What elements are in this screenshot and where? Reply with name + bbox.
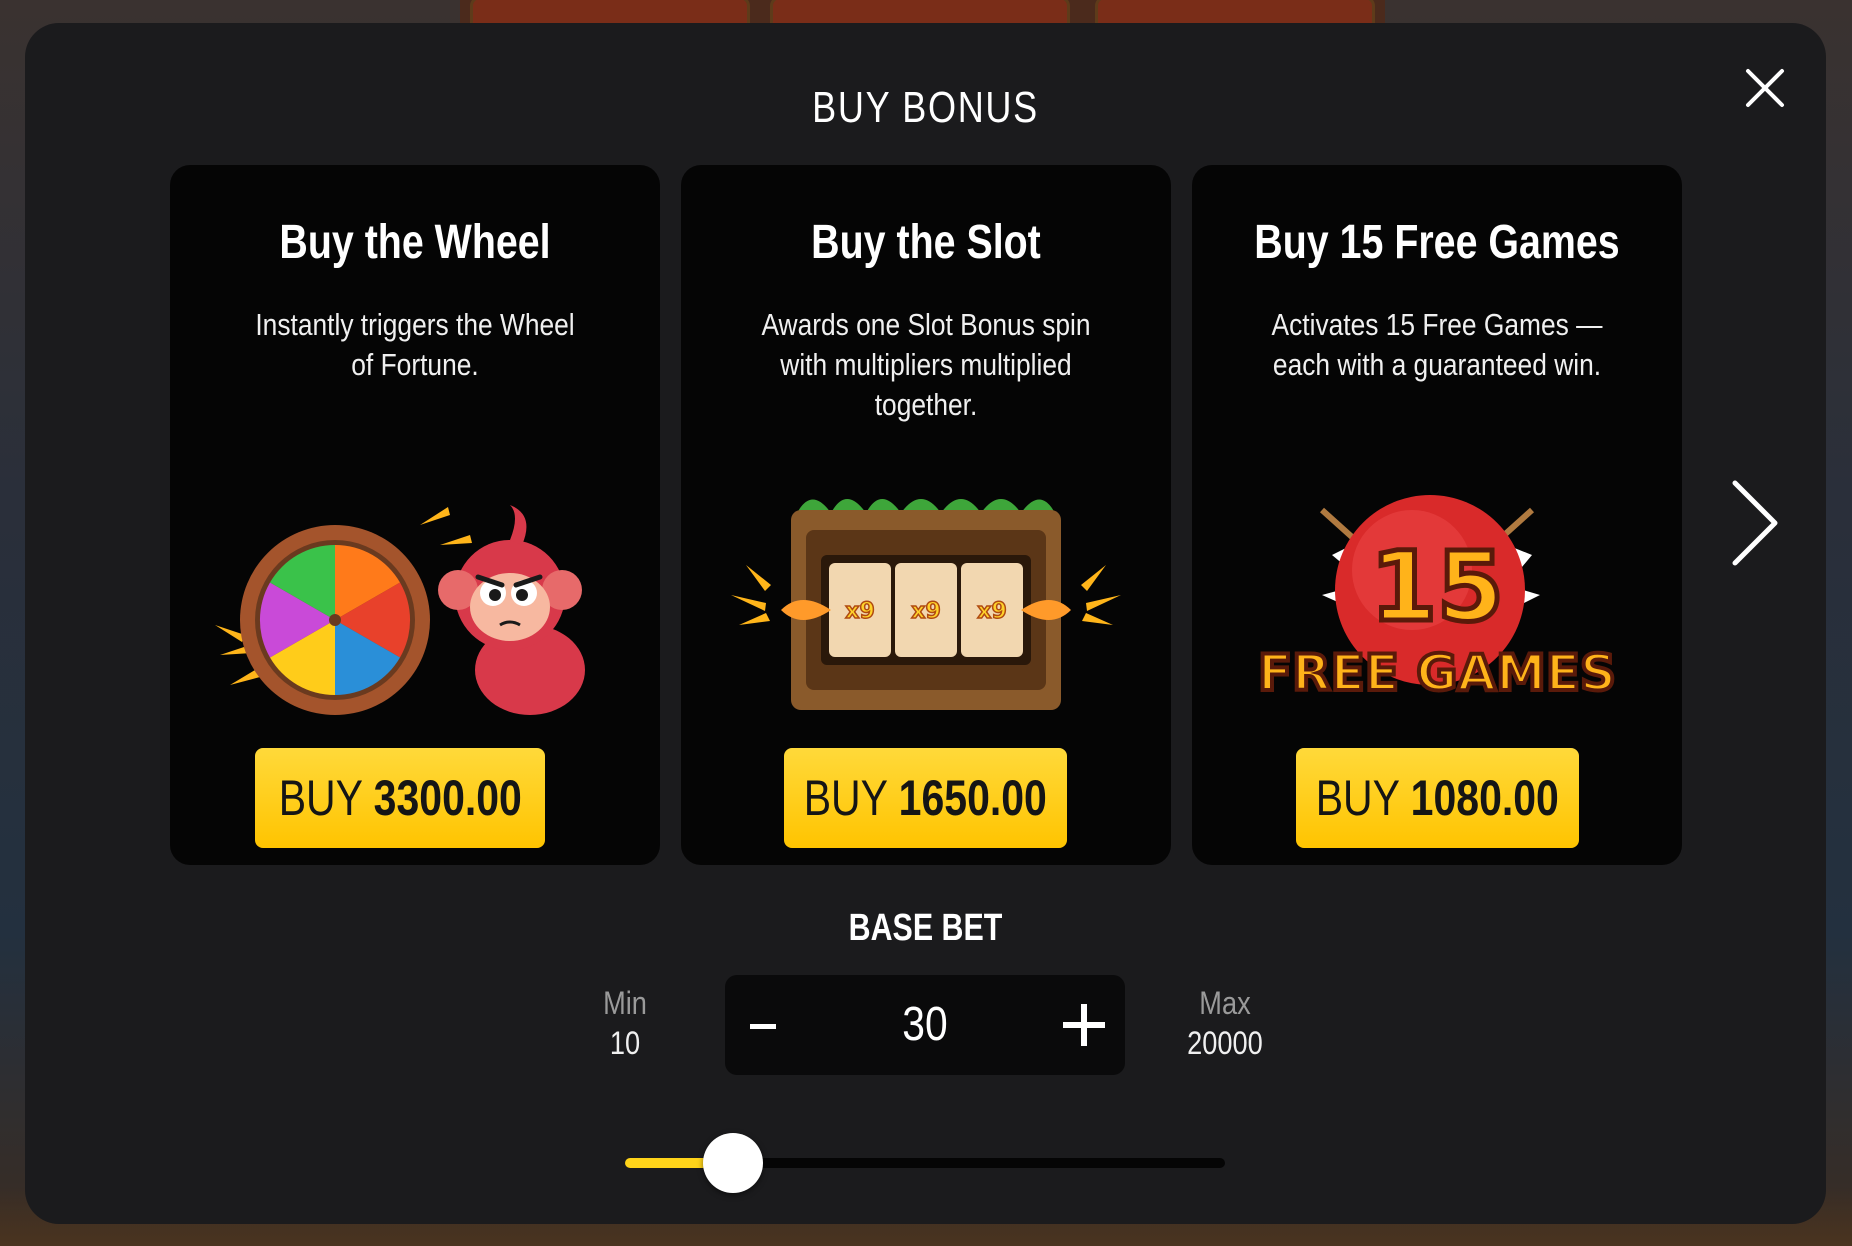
- buy-price: 1080.00: [1410, 770, 1560, 826]
- decrease-bet-button[interactable]: [725, 975, 805, 1075]
- bonus-card-free-games: Buy 15 Free Games Activates 15 Free Game…: [1192, 165, 1682, 865]
- next-page-button[interactable]: [1715, 473, 1785, 573]
- buy-label: BUY: [278, 770, 362, 826]
- card-description: Activates 15 Free Games — each with a gu…: [1271, 307, 1603, 382]
- card-description: Awards one Slot Bonus spin with multipli…: [761, 307, 1091, 422]
- close-icon: [1746, 69, 1784, 107]
- card-title: Buy 15 Free Games: [1254, 216, 1620, 269]
- slot-multiplier-label: x9: [911, 599, 941, 624]
- bonus-card-wheel: Buy the Wheel Instantly triggers the Whe…: [170, 165, 660, 865]
- slider-thumb[interactable]: [703, 1133, 763, 1193]
- free-games-label: FREE GAMES: [1258, 644, 1616, 702]
- min-value: 10: [609, 1025, 641, 1061]
- base-bet-slider[interactable]: [625, 1133, 1225, 1193]
- min-bet-label: Min 10: [574, 983, 676, 1063]
- card-title: Buy the Wheel: [279, 216, 551, 269]
- buy-bonus-modal: BUY BONUS Buy the Wheel Instantly trigge…: [25, 23, 1826, 1224]
- max-bet-label: Max 20000: [1174, 983, 1276, 1063]
- increase-bet-button[interactable]: [1045, 975, 1125, 1075]
- card-title: Buy the Slot: [811, 216, 1041, 269]
- slot-multiplier-label: x9: [845, 599, 875, 624]
- buy-wheel-button[interactable]: BUY 3300.00: [255, 748, 545, 848]
- buy-label: BUY: [803, 770, 888, 826]
- buy-slot-button[interactable]: BUY 1650.00: [784, 748, 1067, 848]
- wheel-of-fortune-monkey-image: [210, 485, 620, 715]
- buy-free-games-button[interactable]: BUY 1080.00: [1296, 748, 1579, 848]
- close-button[interactable]: [1740, 63, 1790, 113]
- buy-price: 1650.00: [898, 770, 1048, 826]
- base-bet-stepper: 30: [725, 975, 1125, 1075]
- min-caption: Min: [603, 985, 647, 1021]
- max-caption: Max: [1199, 985, 1251, 1021]
- card-description: Instantly triggers the Wheel of Fortune.: [255, 307, 575, 382]
- max-value: 20000: [1187, 1025, 1263, 1061]
- bonus-card-slot: Buy the Slot Awards one Slot Bonus spin …: [681, 165, 1171, 865]
- free-games-badge-image: 15 FREE GAMES: [1232, 485, 1642, 715]
- slot-multiplier-label: x9: [977, 599, 1007, 624]
- base-bet-title: BASE BET: [848, 907, 1003, 949]
- buy-price: 3300.00: [373, 770, 522, 826]
- base-bet-value: 30: [902, 998, 948, 1051]
- buy-label: BUY: [1315, 770, 1400, 826]
- chevron-right-icon: [1732, 480, 1778, 566]
- free-games-count: 15: [1370, 531, 1504, 643]
- slot-machine-x9-image: x9 x9 x9: [721, 485, 1131, 715]
- modal-title: BUY BONUS: [812, 83, 1039, 132]
